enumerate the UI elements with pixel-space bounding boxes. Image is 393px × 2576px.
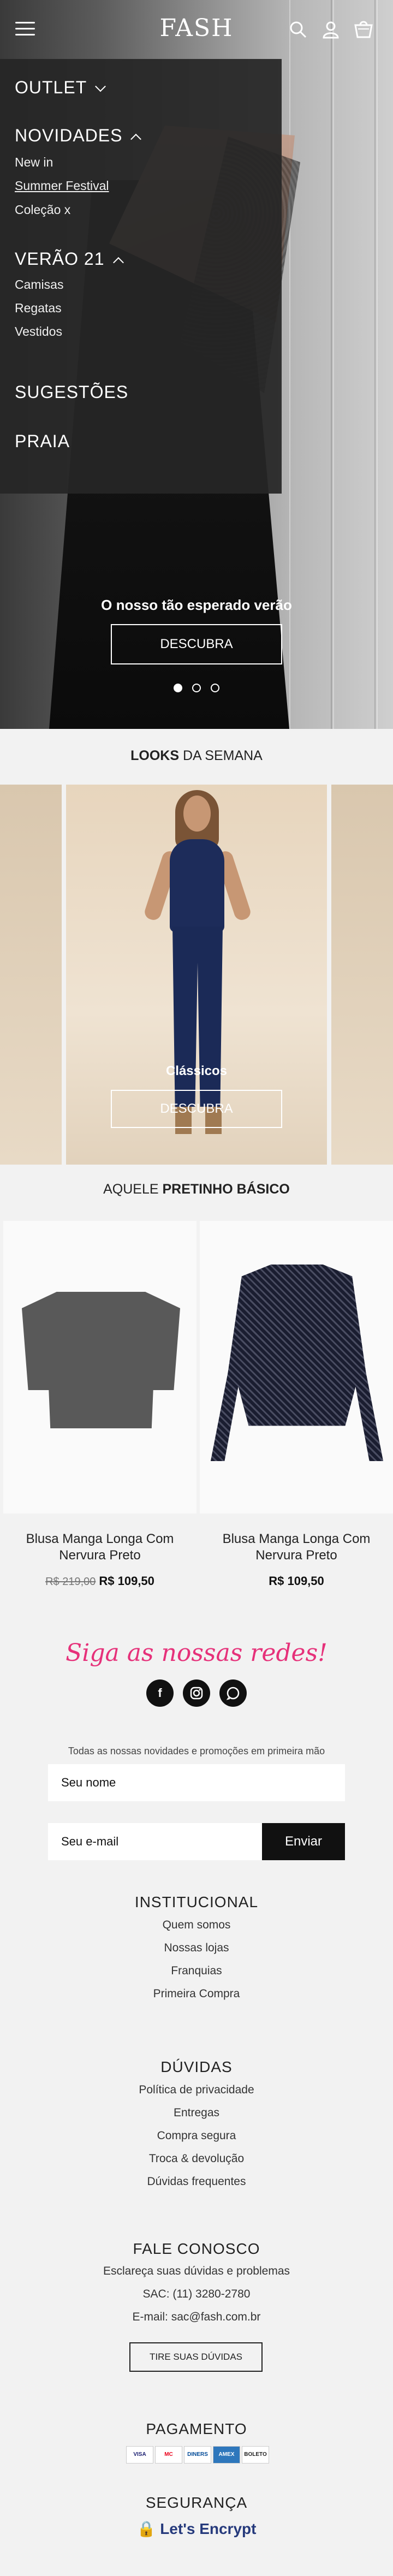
footer-link[interactable]: Nossas lojas: [0, 1942, 393, 1955]
product-grey-blouse: [22, 1292, 180, 1428]
product-current-price: R$ 109,50: [99, 1574, 154, 1588]
pretinho-section-title: AQUELE PRETINHO BÁSICO: [103, 1182, 290, 1197]
instagram-icon[interactable]: [183, 1679, 210, 1707]
mastercard-icon: MC: [155, 2446, 182, 2464]
footer-duvidas-title: DÚVIDAS: [160, 2058, 233, 2075]
slider-dot[interactable]: [211, 684, 219, 692]
background-panel: [333, 0, 376, 729]
look-model-pants: [172, 927, 223, 1107]
nav-subitem-vestidos[interactable]: Vestidos: [15, 324, 62, 339]
footer-link[interactable]: Primeira Compra: [0, 1987, 393, 2001]
chevron-down-icon: [95, 81, 106, 92]
newsletter-text: Todas as nossas novidades e promoções em…: [68, 1746, 325, 1756]
product-lace-blouse: [211, 1265, 383, 1461]
footer-sac: SAC: (11) 3280-2780: [142, 2288, 251, 2300]
shopping-bag-icon[interactable]: [354, 20, 373, 39]
product-name[interactable]: Blusa Manga Longa Com Nervura Preto: [200, 1531, 393, 1564]
nav-subitem-camisas[interactable]: Camisas: [15, 277, 63, 292]
nav-subitem-new-in[interactable]: New in: [15, 155, 53, 170]
facebook-icon[interactable]: f: [146, 1679, 174, 1707]
newsletter-email-input[interactable]: [48, 1823, 262, 1860]
nav-item-outlet[interactable]: OUTLET: [15, 78, 106, 98]
lets-encrypt-badge: 🔒 Let's Encrypt: [136, 2520, 257, 2537]
product-name[interactable]: Blusa Manga Longa Com Nervura Preto: [3, 1531, 196, 1564]
search-icon[interactable]: [288, 20, 308, 39]
newsletter-send-button[interactable]: Enviar: [262, 1823, 345, 1860]
chevron-up-icon: [112, 257, 124, 268]
diners-card-icon: DINERS: [184, 2446, 211, 2464]
background-panel: [377, 0, 393, 729]
chevron-up-icon: [130, 133, 142, 145]
newsletter-name-input[interactable]: [48, 1764, 345, 1801]
footer-link[interactable]: Política de privacidade: [0, 2084, 393, 2097]
hero-caption: O nosso tão esperado verão: [101, 597, 292, 613]
footer-link[interactable]: Entregas: [0, 2106, 393, 2120]
footer-link[interactable]: Troca & devolução: [0, 2152, 393, 2165]
product-price: R$ 219,00 R$ 109,50: [3, 1574, 196, 1588]
footer-link[interactable]: Franquias: [0, 1964, 393, 1978]
footer-institucional-title: INSTITUCIONAL: [134, 1894, 259, 1910]
nav-item-sugestoes[interactable]: SUGESTÕES: [15, 382, 128, 402]
hero-discover-button[interactable]: DESCUBRA: [111, 624, 282, 664]
amex-card-icon: AMEX: [213, 2446, 240, 2464]
slider-dot[interactable]: [174, 684, 182, 692]
look-label: Clássicos: [165, 1064, 228, 1078]
footer-seguranca-title: SEGURANÇA: [145, 2494, 248, 2511]
look-discover-button[interactable]: DESCUBRA: [111, 1090, 282, 1128]
look-model-top: [170, 839, 224, 932]
navigation-menu: [0, 59, 282, 494]
top-bar: FASH: [0, 0, 393, 59]
nav-item-novidades[interactable]: NOVIDADES: [15, 126, 142, 146]
hero-banner: FASH OUTLET NOVIDADES New in Summer Fest…: [0, 0, 393, 729]
footer-contato-text: Esclareça suas dúvidas e problemas: [103, 2265, 290, 2277]
footer-email[interactable]: E-mail: sac@fash.com.br: [0, 2311, 393, 2324]
product-image[interactable]: [200, 1221, 393, 1513]
footer-link[interactable]: Dúvidas frequentes: [0, 2175, 393, 2188]
whatsapp-icon[interactable]: [219, 1679, 247, 1707]
product-image[interactable]: [3, 1221, 196, 1513]
footer-contato-title: FALE CONOSCO: [133, 2240, 260, 2257]
nav-item-verao[interactable]: VERÃO 21: [15, 249, 124, 269]
product-old-price: R$ 219,00: [45, 1576, 96, 1588]
boleto-icon: BOLETO: [242, 2446, 269, 2464]
looks-section-title: LOOKS DA SEMANA: [130, 748, 263, 763]
visa-card-icon: VISA: [126, 2446, 153, 2464]
look-card-previous[interactable]: [0, 785, 62, 1165]
social-title: Siga as nossas redes!: [66, 1639, 327, 1667]
footer-pagamento-title: PAGAMENTO: [146, 2420, 247, 2437]
nav-subitem-colecao-x[interactable]: Coleção x: [15, 203, 70, 217]
look-model-head: [183, 796, 211, 832]
help-button[interactable]: TIRE SUAS DÚVIDAS: [129, 2342, 263, 2372]
product-current-price: R$ 109,50: [269, 1574, 324, 1588]
nav-item-praia[interactable]: PRAIA: [15, 431, 70, 452]
lock-icon: 🔒: [136, 2520, 156, 2537]
nav-subitem-summer-festival[interactable]: Summer Festival: [15, 179, 109, 193]
user-icon[interactable]: [321, 20, 341, 39]
product-price: R$ 109,50: [200, 1574, 393, 1588]
look-card-next[interactable]: [331, 785, 393, 1165]
slider-dot[interactable]: [192, 684, 201, 692]
nav-subitem-regatas[interactable]: Regatas: [15, 301, 62, 316]
footer-link[interactable]: Compra segura: [0, 2129, 393, 2142]
background-panel: [289, 0, 332, 729]
footer-link[interactable]: Quem somos: [0, 1919, 393, 1932]
